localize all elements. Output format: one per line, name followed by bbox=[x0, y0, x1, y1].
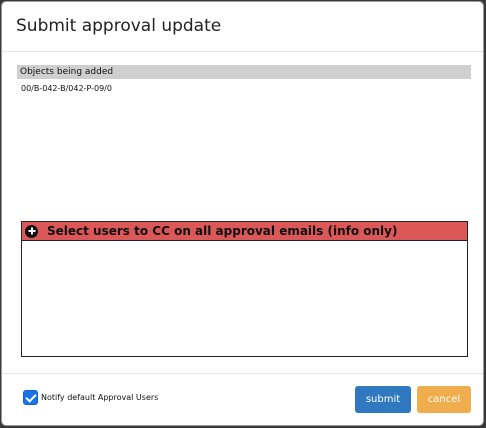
dialog-title: Submit approval update bbox=[16, 16, 222, 36]
submit-button[interactable]: submit bbox=[355, 386, 411, 413]
notify-default-users-toggle[interactable]: Notify default Approval Users bbox=[23, 390, 158, 405]
cc-panel-title: Select users to CC on all approval email… bbox=[47, 224, 398, 238]
notify-checkbox-label: Notify default Approval Users bbox=[41, 393, 159, 402]
approval-dialog: Submit approval update Objects being add… bbox=[1, 1, 484, 426]
cc-users-panel: Select users to CC on all approval email… bbox=[21, 221, 468, 357]
dialog-footer: Notify default Approval Users submit can… bbox=[2, 373, 483, 425]
dialog-header: Submit approval update bbox=[2, 2, 483, 52]
plus-circle-icon[interactable] bbox=[25, 224, 38, 238]
objects-section-header: Objects being added bbox=[17, 65, 471, 79]
cancel-button[interactable]: cancel bbox=[417, 386, 471, 413]
object-list-item: 00/B-042-B/042-P-09/0 bbox=[21, 84, 112, 93]
notify-checkbox[interactable] bbox=[23, 390, 38, 405]
cc-panel-header[interactable]: Select users to CC on all approval email… bbox=[22, 222, 467, 241]
